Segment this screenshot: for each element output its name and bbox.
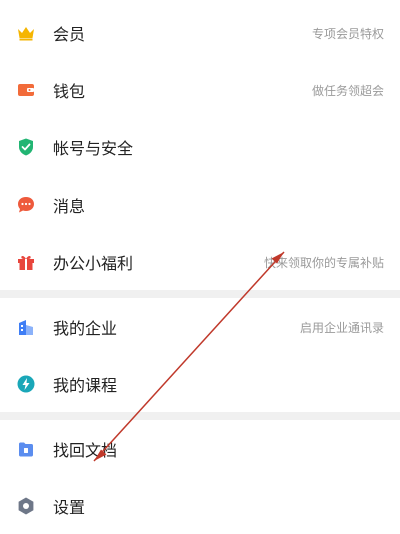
settings-icon (16, 496, 36, 516)
menu-item-label: 帐号与安全 (53, 139, 134, 158)
menu-item-label: 我的企业 (53, 319, 118, 338)
menu-item-label: 消息 (53, 197, 86, 216)
menu-item-settings[interactable]: 设置 (0, 478, 400, 534)
menu-item-desc: 专项会员特权 (311, 26, 384, 41)
menu-item-label: 我的课程 (53, 376, 118, 395)
section-divider (0, 412, 400, 420)
menu-item-account-security[interactable]: 帐号与安全 (0, 119, 400, 175)
gift-icon (16, 252, 36, 272)
crown-icon (16, 23, 36, 43)
shield-icon (16, 137, 36, 157)
menu-item-label: 找回文档 (53, 441, 118, 460)
menu-item-desc: 启用企业通讯录 (299, 320, 384, 335)
menu-item-wallet[interactable]: 钱包 做任务领超会 (0, 62, 400, 118)
menu-item-my-enterprise[interactable]: 我的企业 启用企业通讯录 (0, 299, 400, 355)
menu-item-label: 办公小福利 (53, 254, 134, 273)
course-icon (16, 374, 36, 394)
recover-doc-icon (16, 439, 36, 459)
menu-item-vip[interactable]: 会员 专项会员特权 (0, 5, 400, 61)
menu-item-desc: 快来领取你的专属补贴 (263, 255, 384, 270)
menu-item-my-courses[interactable]: 我的课程 (0, 356, 400, 412)
menu-item-messages[interactable]: 消息 (0, 177, 400, 233)
menu-item-label: 设置 (53, 498, 86, 517)
wallet-icon (16, 80, 36, 100)
menu-item-label: 会员 (53, 25, 86, 44)
menu-item-label: 钱包 (53, 82, 86, 101)
section-divider (0, 290, 400, 298)
menu-item-office-benefits[interactable]: 办公小福利 快来领取你的专属补贴 (0, 234, 400, 290)
menu-item-recover-documents[interactable]: 找回文档 (0, 421, 400, 477)
menu-item-desc: 做任务领超会 (311, 83, 384, 98)
enterprise-icon (16, 317, 36, 337)
chat-icon (16, 195, 36, 215)
